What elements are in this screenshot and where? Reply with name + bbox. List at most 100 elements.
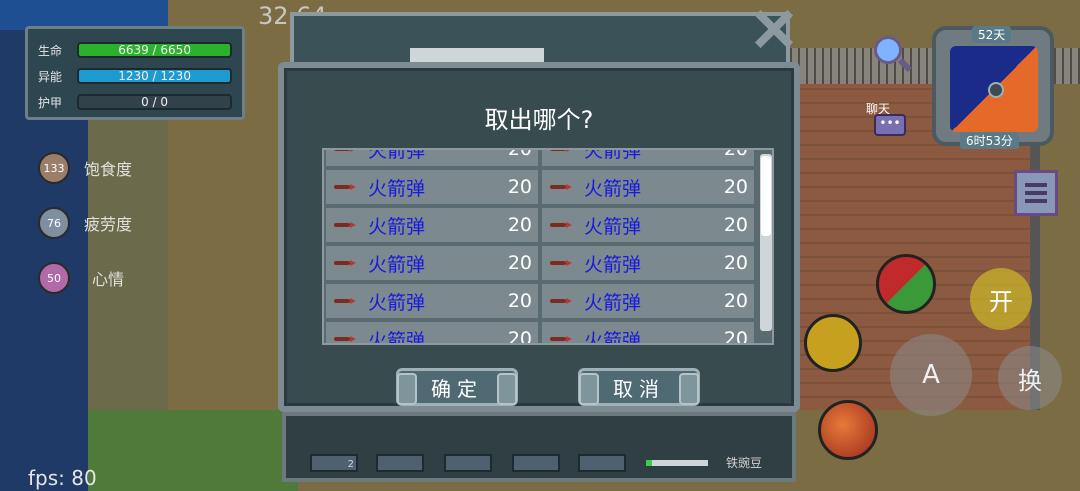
hotbar-slot[interactable] — [444, 454, 492, 472]
armor-bar: 0 / 0 — [77, 94, 232, 110]
rocket-icon — [548, 298, 572, 304]
scroll-map-icon[interactable] — [1014, 170, 1058, 216]
item-name: 火箭弹 — [368, 148, 426, 162]
list-item[interactable]: 火箭弹 20 — [326, 208, 538, 242]
close-icon[interactable] — [750, 6, 796, 52]
hotbar-item-label: 铁豌豆 — [726, 456, 763, 470]
item-name: 火箭弹 — [584, 329, 642, 345]
rocket-icon — [332, 260, 356, 266]
list-item[interactable]: 火箭弹 20 — [326, 148, 538, 166]
stat-label: 护甲 — [38, 95, 63, 110]
search-icon-handle — [897, 57, 913, 73]
cancel-button[interactable]: 取消 — [578, 368, 700, 406]
skill-orb-red-green[interactable] — [876, 254, 936, 314]
list-item[interactable]: 火箭弹 20 — [542, 148, 754, 166]
item-name: 火箭弹 — [368, 329, 426, 345]
day-counter: 52天 — [972, 26, 1012, 43]
item-quantity: 20 — [723, 290, 748, 312]
search-button[interactable] — [870, 34, 913, 74]
confirm-button[interactable]: 确定 — [396, 368, 518, 406]
item-quantity: 20 — [723, 148, 748, 160]
list-item[interactable]: 火箭弹 20 — [542, 246, 754, 280]
stat-health: 生命 6639 / 6650 — [38, 37, 232, 63]
food-icon: 133 — [38, 152, 70, 184]
hotbar: 2 铁豌豆 — [282, 412, 796, 482]
swap-button[interactable]: 换 — [998, 346, 1062, 410]
status-label: 疲劳度 — [84, 215, 133, 234]
action-a-button[interactable]: A — [890, 334, 972, 416]
rocket-icon — [548, 184, 572, 190]
item-grid: 火箭弹 20 火箭弹 20 火箭弹 20 火箭弹 20 火箭弹 20 火箭弹 20 火箭弹 2… — [326, 148, 756, 345]
item-quantity: 20 — [507, 290, 532, 312]
rocket-icon — [332, 298, 356, 304]
energy-value: 1230 / 1230 — [118, 69, 191, 83]
item-name: 火箭弹 — [368, 215, 426, 238]
list-item[interactable]: 火箭弹 20 — [326, 284, 538, 318]
item-quantity: 20 — [723, 252, 748, 274]
list-item[interactable]: 火箭弹 20 — [542, 284, 754, 318]
item-quantity: 20 — [723, 176, 748, 198]
item-quantity: 20 — [507, 252, 532, 274]
item-quantity: 20 — [723, 214, 748, 236]
hotbar-slot[interactable] — [578, 454, 626, 472]
item-name: 火箭弹 — [584, 215, 642, 238]
hotbar-slot[interactable] — [376, 454, 424, 472]
list-item[interactable]: 火箭弹 20 — [542, 322, 754, 345]
status-fatigue[interactable]: 76 疲劳度 — [38, 207, 132, 239]
energy-bar: 1230 / 1230 — [77, 68, 232, 84]
slot-number: 2 — [347, 459, 354, 470]
open-button[interactable]: 开 — [970, 268, 1032, 330]
armor-value: 0 / 0 — [141, 95, 169, 109]
fatigue-icon: 76 — [38, 207, 70, 239]
status-mood[interactable]: 50 心情 — [38, 262, 124, 294]
fps-counter: fps: 80 — [28, 466, 97, 490]
stat-label: 异能 — [38, 69, 63, 84]
search-icon — [874, 36, 902, 64]
rocket-icon — [332, 150, 356, 152]
health-bar: 6639 / 6650 — [77, 42, 232, 58]
hotbar-slot[interactable] — [512, 454, 560, 472]
item-quantity: 20 — [723, 328, 748, 345]
rocket-icon — [548, 260, 572, 266]
list-item[interactable]: 火箭弹 20 — [542, 170, 754, 204]
stat-energy: 异能 1230 / 1230 — [38, 63, 232, 89]
heart-icon: 50 — [38, 262, 70, 294]
item-name: 火箭弹 — [584, 291, 642, 314]
hotbar-slot[interactable]: 2 — [310, 454, 358, 472]
list-item[interactable]: 火箭弹 20 — [542, 208, 754, 242]
list-item[interactable]: 火箭弹 20 — [326, 170, 538, 204]
item-name: 火箭弹 — [368, 291, 426, 314]
status-label: 饱食度 — [84, 160, 133, 179]
rocket-icon — [332, 222, 356, 228]
list-item[interactable]: 火箭弹 20 — [326, 322, 538, 345]
list-scrollbar[interactable] — [760, 154, 772, 331]
dialog-title: 取出哪个? — [484, 106, 594, 134]
scroll-thumb[interactable] — [761, 156, 771, 236]
grass-patch — [88, 410, 298, 491]
stat-armor: 护甲 0 / 0 — [38, 89, 232, 115]
item-name: 火箭弹 — [368, 253, 426, 276]
status-food[interactable]: 133 饱食度 — [38, 152, 132, 184]
skill-orb-gold[interactable] — [804, 314, 862, 372]
rocket-icon — [332, 184, 356, 190]
item-quantity: 20 — [507, 148, 532, 160]
stat-label: 生命 — [38, 43, 63, 58]
clock-hub — [988, 82, 1004, 98]
item-list: 火箭弹 20 火箭弹 20 火箭弹 20 火箭弹 20 火箭弹 20 火箭弹 20 火箭弹 2… — [322, 148, 774, 345]
list-item[interactable]: 火箭弹 20 — [326, 246, 538, 280]
item-name: 火箭弹 — [368, 177, 426, 200]
item-quantity: 20 — [507, 214, 532, 236]
rocket-icon — [332, 336, 356, 342]
chat-button[interactable]: 聊天 ••• — [866, 100, 916, 148]
skill-orb-lava[interactable] — [818, 400, 878, 460]
rocket-icon — [548, 150, 572, 152]
status-label: 心情 — [92, 270, 125, 289]
chat-icon: ••• — [874, 114, 906, 136]
item-name: 火箭弹 — [584, 253, 642, 276]
rocket-icon — [548, 222, 572, 228]
day-night-clock[interactable]: 52天 6时53分 — [932, 26, 1054, 149]
item-name: 火箭弹 — [584, 148, 642, 162]
item-name: 火箭弹 — [584, 177, 642, 200]
item-quantity: 20 — [507, 328, 532, 345]
take-out-dialog: 取出哪个? 火箭弹 20 火箭弹 20 火箭弹 20 火箭弹 20 火箭弹 20 火箭弹 2… — [278, 62, 800, 412]
